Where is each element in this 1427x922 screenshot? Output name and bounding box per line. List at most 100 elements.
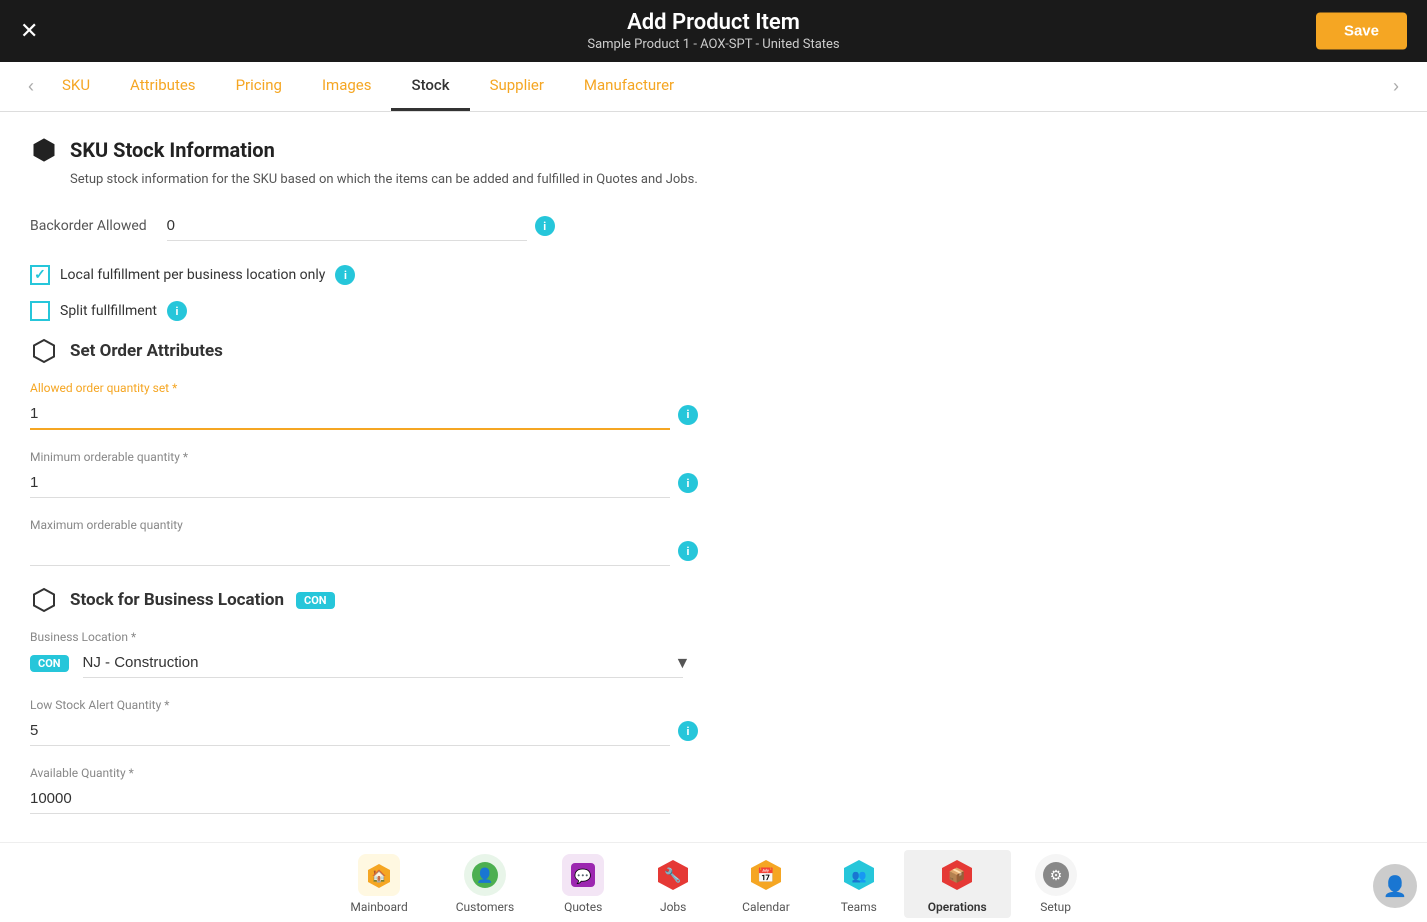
- max-qty-info-icon[interactable]: i: [678, 541, 698, 561]
- backorder-info-icon[interactable]: i: [535, 216, 555, 236]
- setup-icon: ⚙: [1035, 854, 1077, 896]
- sku-stock-desc: Setup stock information for the SKU base…: [70, 172, 1397, 187]
- available-qty-input[interactable]: [30, 784, 670, 814]
- stock-location-badge: CON: [296, 592, 335, 609]
- backorder-input-wrap: i: [167, 211, 1397, 241]
- split-fulfillment-label: Split fullfillment: [60, 303, 157, 319]
- stock-location-section-header: Stock for Business Location CON: [30, 586, 1397, 614]
- low-stock-row: i: [30, 716, 1397, 746]
- svg-text:🏠: 🏠: [372, 869, 387, 883]
- tab-supplier[interactable]: Supplier: [470, 62, 564, 111]
- nav-calendar-label: Calendar: [742, 900, 790, 914]
- nav-teams-label: Teams: [841, 900, 877, 914]
- svg-text:⚙: ⚙: [1049, 868, 1062, 884]
- tab-stock[interactable]: Stock: [391, 62, 469, 111]
- tabs-next-button[interactable]: ›: [1385, 76, 1407, 97]
- header: ✕ Add Product Item Sample Product 1 - AO…: [0, 0, 1427, 62]
- available-qty-label: Available Quantity *: [30, 766, 1397, 780]
- local-fulfillment-checkbox[interactable]: [30, 265, 50, 285]
- business-location-row: CON NJ - Construction ▼: [30, 648, 1397, 678]
- tabs-prev-button[interactable]: ‹: [20, 76, 42, 97]
- sku-stock-icon: [30, 136, 58, 164]
- low-stock-group: Low Stock Alert Quantity * i: [30, 698, 1397, 746]
- dropdown-arrow-icon: ▼: [675, 653, 691, 673]
- low-stock-label: Low Stock Alert Quantity *: [30, 698, 1397, 712]
- nav-mainboard[interactable]: 🏠 Mainboard: [326, 850, 431, 918]
- nav-jobs-label: Jobs: [660, 900, 686, 914]
- main-content: SKU Stock Information Setup stock inform…: [0, 112, 1427, 842]
- tab-images[interactable]: Images: [302, 62, 392, 111]
- quotes-icon: 💬: [562, 854, 604, 896]
- svg-text:👥: 👥: [851, 869, 866, 883]
- available-qty-row: [30, 784, 1397, 814]
- max-qty-label: Maximum orderable quantity: [30, 518, 1397, 532]
- nav-setup[interactable]: ⚙ Setup: [1011, 850, 1101, 918]
- page-subtitle: Sample Product 1 - AOX-SPT - United Stat…: [587, 37, 839, 52]
- jobs-icon: 🔧: [652, 854, 694, 896]
- operations-icon: 📦: [936, 854, 978, 896]
- business-location-label: Business Location *: [30, 630, 1397, 644]
- customers-icon: 👤: [464, 854, 506, 896]
- nav-customers-label: Customers: [456, 900, 514, 914]
- max-qty-row: i: [30, 536, 1397, 566]
- tab-sku[interactable]: SKU: [42, 62, 110, 111]
- backorder-row: Backorder Allowed i: [30, 211, 1397, 241]
- nav-teams[interactable]: 👥 Teams: [814, 850, 904, 918]
- allowed-qty-label: Allowed order quantity set *: [30, 381, 1397, 395]
- close-button[interactable]: ✕: [20, 20, 38, 42]
- stock-location-title: Stock for Business Location: [70, 590, 284, 610]
- nav-operations-label: Operations: [928, 900, 987, 914]
- svg-text:👤: 👤: [476, 867, 493, 884]
- allowed-qty-row: i: [30, 399, 1397, 430]
- split-fulfillment-row: Split fullfillment i: [30, 301, 1397, 321]
- max-qty-group: Maximum orderable quantity i: [30, 518, 1397, 566]
- min-qty-info-icon[interactable]: i: [678, 473, 698, 493]
- nav-mainboard-label: Mainboard: [350, 900, 407, 914]
- mainboard-icon: 🏠: [358, 854, 400, 896]
- min-qty-input[interactable]: [30, 468, 670, 498]
- svg-text:🔧: 🔧: [664, 866, 681, 884]
- nav-calendar[interactable]: 📅 Calendar: [718, 850, 814, 918]
- tab-attributes[interactable]: Attributes: [110, 62, 216, 111]
- teams-icon: 👥: [838, 854, 880, 896]
- save-button[interactable]: Save: [1316, 13, 1407, 50]
- tab-pricing[interactable]: Pricing: [216, 62, 302, 111]
- max-qty-input[interactable]: [30, 536, 670, 566]
- nav-quotes[interactable]: 💬 Quotes: [538, 850, 628, 918]
- svg-text:📦: 📦: [948, 867, 965, 884]
- svg-text:📅: 📅: [757, 867, 774, 884]
- low-stock-info-icon[interactable]: i: [678, 721, 698, 741]
- business-location-badge: CON: [30, 655, 69, 672]
- tabs-list: SKU Attributes Pricing Images Stock Supp…: [42, 62, 1385, 111]
- nav-customers[interactable]: 👤 Customers: [432, 850, 538, 918]
- page-title: Add Product Item: [627, 10, 800, 35]
- nav-quotes-label: Quotes: [564, 900, 602, 914]
- nav-operations[interactable]: 📦 Operations: [904, 850, 1011, 918]
- backorder-input[interactable]: [167, 211, 527, 241]
- split-fulfillment-checkbox[interactable]: [30, 301, 50, 321]
- user-avatar[interactable]: 👤: [1373, 864, 1417, 908]
- min-qty-label: Minimum orderable quantity *: [30, 450, 1397, 464]
- bottom-nav: 🏠 Mainboard 👤 Customers 💬 Quotes 🔧 Jobs …: [0, 842, 1427, 922]
- nav-jobs[interactable]: 🔧 Jobs: [628, 850, 718, 918]
- business-location-group: Business Location * CON NJ - Constructio…: [30, 630, 1397, 678]
- order-attributes-section-header: Set Order Attributes: [30, 337, 1397, 365]
- calendar-icon: 📅: [745, 854, 787, 896]
- split-fulfillment-info-icon[interactable]: i: [167, 301, 187, 321]
- business-location-select[interactable]: NJ - Construction: [83, 648, 683, 678]
- low-stock-input[interactable]: [30, 716, 670, 746]
- allowed-qty-info-icon[interactable]: i: [678, 405, 698, 425]
- svg-text:💬: 💬: [574, 868, 592, 885]
- sku-stock-title: SKU Stock Information: [70, 138, 275, 162]
- min-qty-row: i: [30, 468, 1397, 498]
- backorder-label: Backorder Allowed: [30, 218, 147, 234]
- allowed-qty-input[interactable]: [30, 399, 670, 430]
- order-attributes-title: Set Order Attributes: [70, 341, 223, 361]
- sku-stock-section-header: SKU Stock Information: [30, 136, 1397, 164]
- local-fulfillment-label: Local fulfillment per business location …: [60, 267, 325, 283]
- order-attributes-icon: [30, 337, 58, 365]
- available-qty-group: Available Quantity *: [30, 766, 1397, 814]
- tab-manufacturer[interactable]: Manufacturer: [564, 62, 694, 111]
- local-fulfillment-info-icon[interactable]: i: [335, 265, 355, 285]
- allowed-qty-group: Allowed order quantity set * i: [30, 381, 1397, 430]
